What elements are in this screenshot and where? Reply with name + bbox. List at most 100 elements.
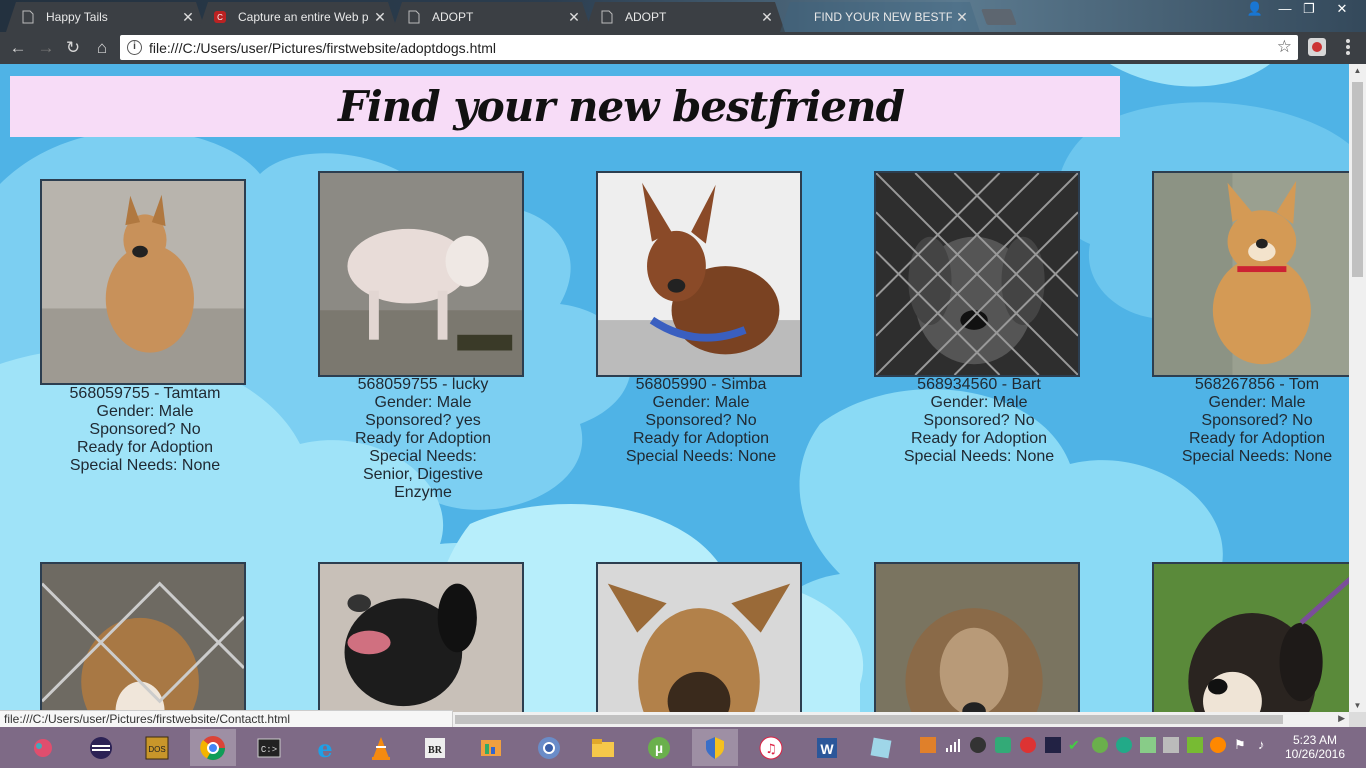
dog-status: Ready for Adoption	[354, 430, 492, 447]
scrollbar-thumb[interactable]	[455, 715, 1283, 724]
tab-happy-tails[interactable]: Happy Tails ✕	[6, 2, 206, 32]
back-arrow-icon[interactable]: ←	[8, 38, 28, 58]
utorrent-icon[interactable]: µ	[636, 729, 682, 766]
restore-icon[interactable]: ❐	[1294, 0, 1324, 20]
dog-photo-tom[interactable]	[1152, 171, 1349, 377]
utorrent-tray-icon[interactable]	[1092, 737, 1108, 753]
bookmark-star-icon[interactable]: ☆	[1277, 37, 1292, 57]
tab-find-your-new-bestfriend[interactable]: FIND YOUR NEW BESTF ✕	[780, 2, 980, 32]
chrome-app-icon[interactable]	[190, 729, 236, 766]
close-icon[interactable]: ✕	[370, 9, 390, 26]
dog-id-name: 568934560 - Bart	[917, 376, 1041, 393]
notes-app-icon[interactable]	[858, 729, 904, 766]
tray-icon-orange[interactable]	[920, 737, 936, 753]
dog-photo-bart[interactable]	[874, 171, 1080, 377]
dog-gender: Gender: Male	[652, 394, 750, 411]
tray-icon-teal[interactable]	[1116, 737, 1132, 753]
menu-icon[interactable]	[1340, 37, 1356, 57]
signal-bars-icon[interactable]	[945, 737, 961, 753]
dog-photo-image	[320, 564, 522, 712]
dog-photo-row2-3[interactable]	[596, 562, 802, 712]
info-icon[interactable]: i	[127, 40, 142, 55]
dog-photo-row2-5[interactable]	[1152, 562, 1349, 712]
scrollbar-corner	[1349, 712, 1366, 727]
home-icon[interactable]: ⌂	[92, 38, 112, 58]
dog-special-needs: Special Needs: None	[69, 457, 221, 474]
scrollbar-thumb[interactable]	[1352, 82, 1363, 277]
tray-icon-monitor[interactable]	[1045, 737, 1061, 753]
reload-icon[interactable]: ↻	[63, 38, 83, 58]
svg-text:W: W	[820, 741, 834, 757]
dog-sponsored: Sponsored? No	[1201, 412, 1313, 429]
dog-id-name: 568059755 - Tamtam	[69, 385, 221, 402]
dog-special-needs: Special Needs: Senior, Digestive Enzyme	[362, 448, 484, 501]
dog-photo-tamtam[interactable]	[40, 179, 246, 385]
tray-icon-red[interactable]	[1020, 737, 1036, 753]
dosbox-app-icon[interactable]: DOS	[134, 729, 180, 766]
dog-id-name: 568059755 - lucky	[357, 376, 489, 393]
tab-title: ADOPT	[432, 10, 474, 24]
word-icon[interactable]: W	[804, 729, 850, 766]
network-icon[interactable]	[1163, 737, 1179, 753]
internet-explorer-icon[interactable]: e	[302, 729, 348, 766]
scroll-down-arrow-icon[interactable]: ▼	[1349, 701, 1366, 710]
dog-photo-row2-2[interactable]	[318, 562, 524, 712]
scroll-up-arrow-icon[interactable]: ▲	[1349, 66, 1366, 75]
itunes-icon[interactable]: ♫	[748, 729, 794, 766]
vlc-icon[interactable]	[358, 729, 404, 766]
app-icon-br[interactable]: BR	[412, 729, 458, 766]
dog-sponsored: Sponsored? No	[89, 421, 201, 438]
dog-photo-image	[598, 564, 800, 712]
paint-app-icon[interactable]	[20, 729, 66, 766]
security-shield-icon[interactable]	[692, 729, 738, 766]
dog-gender: Gender: Male	[1208, 394, 1306, 411]
scroll-right-arrow-icon[interactable]: ▶	[1338, 713, 1345, 724]
dog-photo-image	[320, 173, 522, 375]
dog-sponsored: Sponsored? No	[645, 412, 757, 429]
vertical-scrollbar[interactable]: ▲ ▼	[1349, 64, 1366, 712]
svg-text:C: C	[217, 13, 223, 22]
app-icon-chart[interactable]	[468, 729, 514, 766]
dog-photo-row2-1[interactable]	[40, 562, 246, 712]
tab-title: Happy Tails	[46, 10, 108, 24]
dog-photo-lucky[interactable]	[318, 171, 524, 377]
dog-sponsored: Sponsored? No	[923, 412, 1035, 429]
tab-adopt-1[interactable]: ADOPT ✕	[392, 2, 592, 32]
system-clock[interactable]: 5:23 AM 10/26/2016	[1280, 733, 1350, 761]
dog-sponsored: Sponsored? yes	[365, 412, 481, 429]
page-icon	[599, 9, 615, 25]
close-icon[interactable]: ✕	[564, 9, 584, 26]
window-close-icon[interactable]: ✕	[1325, 0, 1359, 20]
tab-capture[interactable]: C Capture an entire Web p ✕	[198, 2, 398, 32]
forward-arrow-icon[interactable]: →	[36, 38, 56, 58]
new-tab-button[interactable]	[981, 9, 1017, 25]
tray-icon-lightgreen[interactable]	[1140, 737, 1156, 753]
dog-photo-image	[876, 564, 1078, 712]
dog-photo-row2-4[interactable]	[874, 562, 1080, 712]
dog-photo-simba[interactable]	[596, 171, 802, 377]
url-text[interactable]: file:///C:/Users/user/Pictures/firstwebs…	[149, 40, 496, 56]
command-prompt-icon[interactable]: C:>	[246, 729, 292, 766]
dog-card-lucky: 568059755 - lucky Gender: Male Sponsored…	[303, 376, 543, 502]
user-profile-icon[interactable]: 👤	[1240, 0, 1270, 20]
close-icon[interactable]: ✕	[757, 9, 777, 26]
checkmark-icon[interactable]: ✔	[1068, 737, 1084, 753]
tab-strip: Happy Tails ✕ C Capture an entire Web p …	[0, 0, 1366, 32]
eclipse-app-icon[interactable]	[78, 729, 124, 766]
close-icon[interactable]: ✕	[952, 9, 972, 26]
svg-text:e: e	[317, 734, 332, 762]
horizontal-scrollbar[interactable]: ▶	[453, 712, 1349, 727]
dog-status: Ready for Adoption	[910, 430, 1048, 447]
extension-icon[interactable]	[1308, 38, 1326, 56]
clock-app-icon[interactable]	[1210, 737, 1226, 753]
file-explorer-icon[interactable]	[580, 729, 626, 766]
tab-adopt-2[interactable]: ADOPT ✕	[585, 2, 785, 32]
close-icon[interactable]: ✕	[178, 9, 198, 26]
chrome-alt-icon[interactable]	[526, 729, 572, 766]
volume-icon[interactable]: ♪	[1258, 737, 1274, 753]
address-bar[interactable]: i file:///C:/Users/user/Pictures/firstwe…	[120, 35, 1298, 60]
tray-icon-dark[interactable]	[970, 737, 986, 753]
tray-icon-green[interactable]	[995, 737, 1011, 753]
flag-icon[interactable]: ⚑	[1234, 737, 1250, 753]
nvidia-icon[interactable]	[1187, 737, 1203, 753]
